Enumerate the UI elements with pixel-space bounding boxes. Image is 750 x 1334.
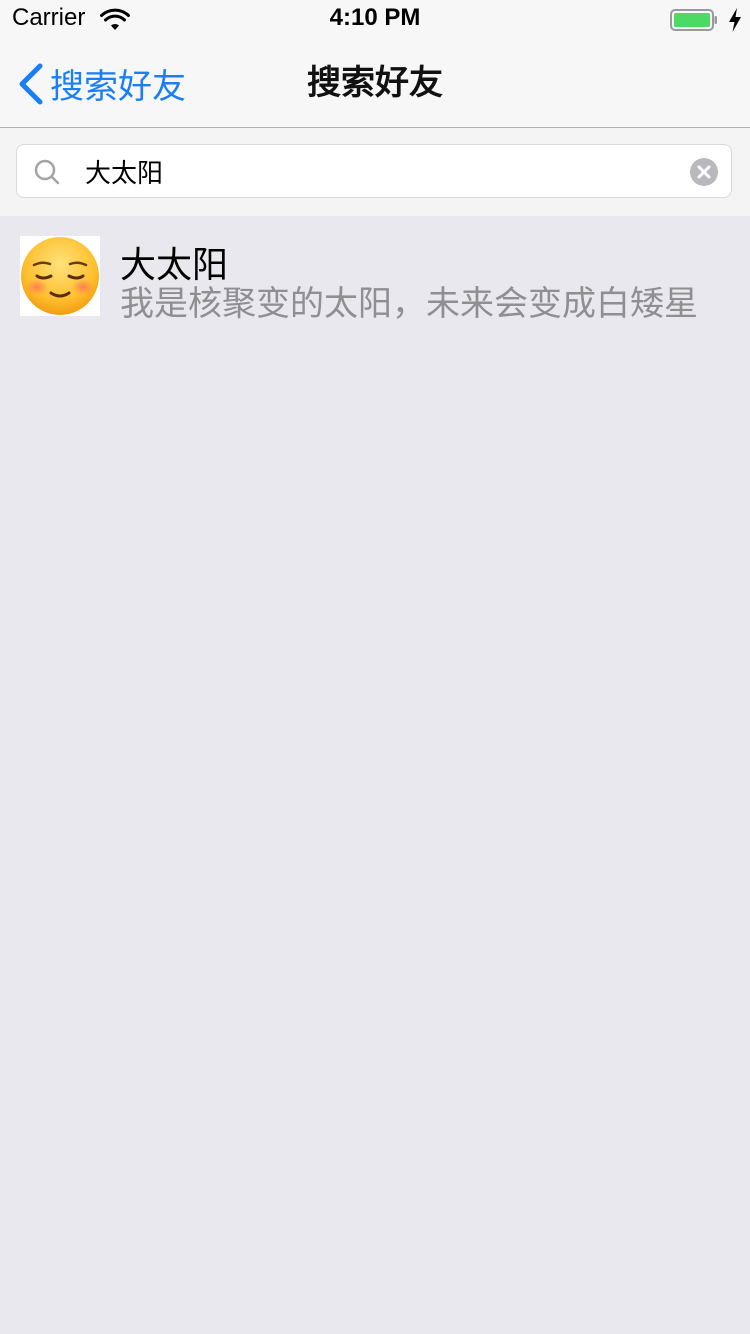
search-results-list: 大太阳 我是核聚变的太阳，未来会变成白矮星	[0, 216, 750, 334]
relieved-face-emoji-icon	[20, 236, 100, 316]
search-bar	[0, 128, 750, 216]
search-input[interactable]	[85, 151, 675, 191]
list-item[interactable]: 大太阳 我是核聚变的太阳，未来会变成白矮星	[0, 216, 750, 334]
search-field[interactable]	[16, 144, 732, 198]
back-button[interactable]: 搜索好友	[14, 40, 186, 127]
search-icon	[34, 159, 60, 185]
back-button-label: 搜索好友	[50, 67, 186, 107]
status-bar: Carrier 4:10 PM	[0, 0, 750, 40]
status-time: 4:10 PM	[329, 4, 421, 31]
charging-icon	[729, 8, 741, 32]
clear-icon[interactable]	[689, 157, 719, 187]
battery-icon	[670, 9, 717, 31]
friend-signature: 我是核聚变的太阳，未来会变成白矮星	[120, 284, 698, 324]
chevron-left-icon	[19, 63, 43, 104]
navigation-bar: 搜索好友 搜索好友	[0, 40, 750, 128]
